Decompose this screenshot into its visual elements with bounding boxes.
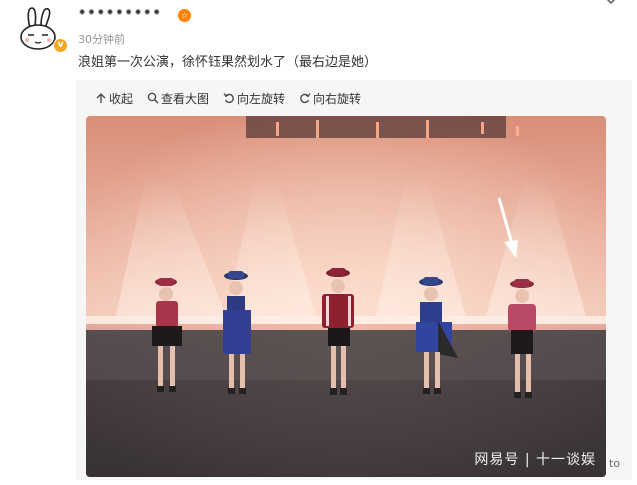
image-toolbar: 收起 查看大图 向左旋转 向右旋转 [95, 89, 375, 107]
collapse-icon [96, 93, 106, 103]
view-large-label: 查看大图 [161, 91, 210, 106]
collapse-button[interactable]: 收起 [95, 90, 133, 107]
post-text: 浪姐第一次公演，徐怀钰果然划水了（最右边是她） [78, 55, 378, 70]
rotate-right-icon [300, 93, 311, 104]
rotate-right-label: 向右旋转 [313, 91, 362, 106]
media-card: 收起 查看大图 向左旋转 向右旋转 网易号 | 十一谈娱 [76, 80, 632, 480]
verified-badge: v [53, 38, 68, 53]
level-badge: ☆ [178, 9, 191, 22]
view-large-button[interactable]: 查看大图 [147, 90, 209, 107]
collapse-label: 收起 [109, 91, 134, 106]
photo-suffix: to [609, 457, 621, 470]
rotate-left-icon [223, 93, 234, 104]
zoom-icon [147, 92, 159, 104]
rotate-left-button[interactable]: 向左旋转 [223, 90, 285, 107]
rotate-right-button[interactable]: 向右旋转 [299, 90, 361, 107]
photo-watermark: 网易号 | 十一谈娱 [474, 452, 596, 468]
rotate-left-label: 向左旋转 [237, 91, 286, 106]
post-timestamp[interactable]: 30分钟前 [78, 31, 125, 47]
post-photo[interactable]: 网易号 | 十一谈娱 [86, 116, 606, 477]
concert-stage-image [86, 116, 606, 477]
chevron-down-icon[interactable] [601, 0, 621, 8]
username[interactable]: ••••••••• [78, 6, 162, 21]
